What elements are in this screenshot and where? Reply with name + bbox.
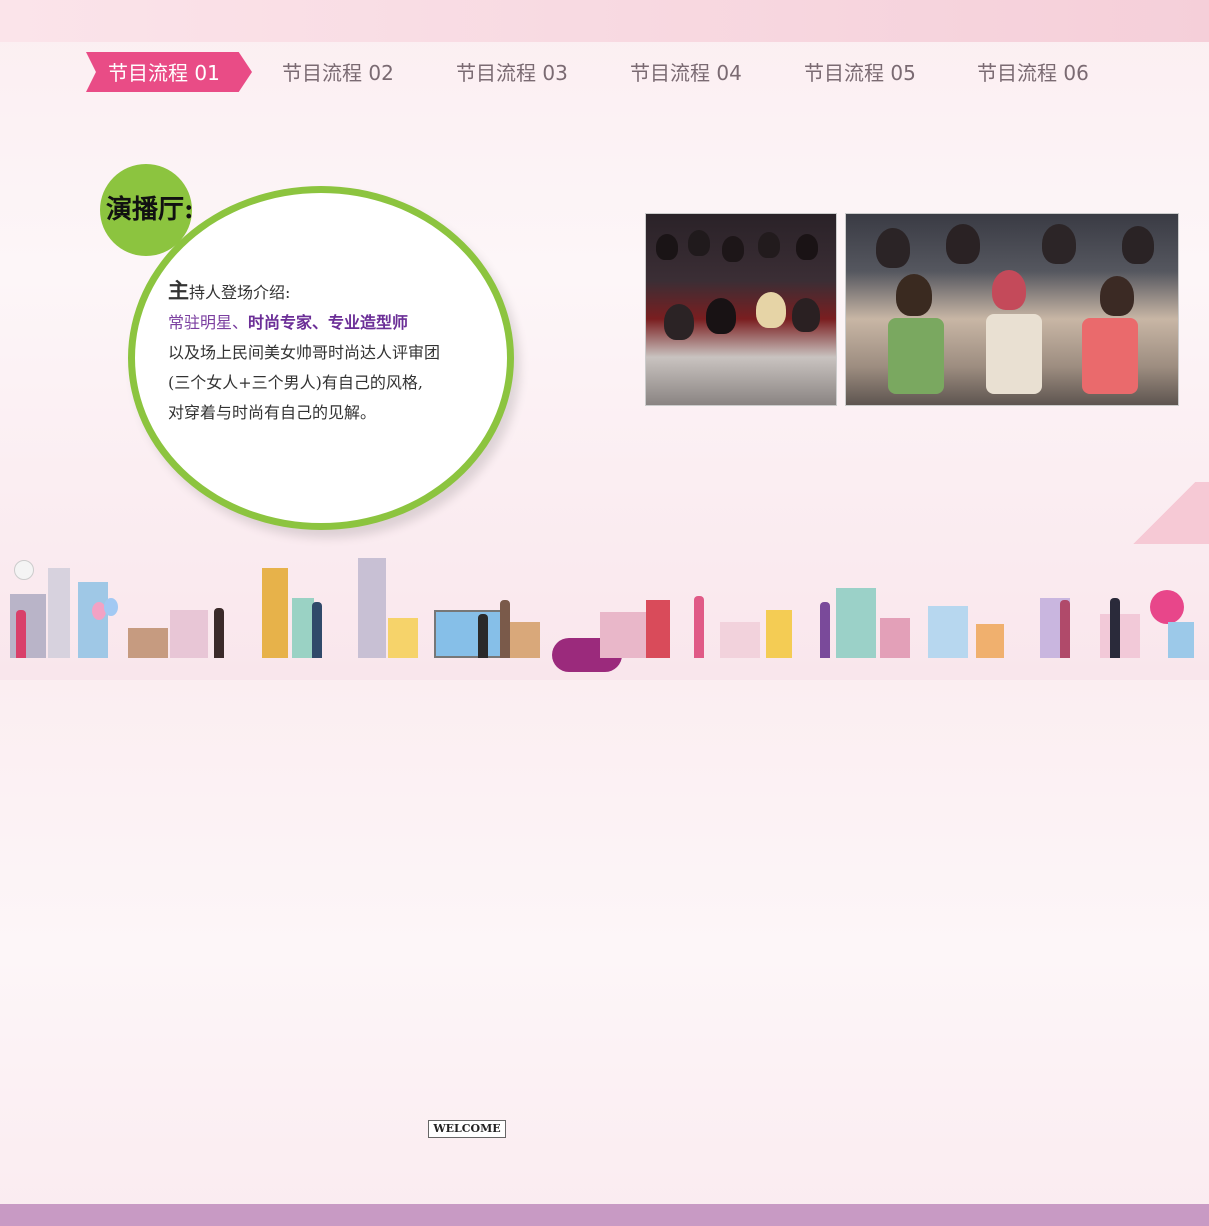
top-banner [0, 0, 1209, 42]
studio-audience-photo [645, 213, 837, 406]
lead-char: 主 [168, 279, 189, 303]
role-fashion-expert: 时尚专家、 [248, 313, 329, 332]
tab-program-01[interactable]: 节目流程 01 [108, 50, 220, 96]
body-line-1-text: 持人登场介绍: [189, 283, 291, 302]
page-corner-fold [1119, 482, 1209, 544]
city-illustration: WELCOME [0, 546, 1209, 1226]
role-resident-star: 常驻明星、 [168, 313, 249, 332]
body-line-5: 对穿着与时尚有自己的见解。 [168, 403, 377, 422]
body-line-2: 常驻明星、时尚专家、专业造型师 [168, 308, 498, 338]
body-line-1: 主持人登场介绍: [168, 276, 498, 308]
tab-program-05[interactable]: 节目流程 05 [804, 50, 916, 96]
tab-program-06[interactable]: 节目流程 06 [977, 50, 1089, 96]
tab-program-04[interactable]: 节目流程 04 [630, 50, 742, 96]
program-nav: 节目流程 01 节目流程 02 节目流程 03 节目流程 04 节目流程 05 … [0, 50, 1209, 96]
section-body: 主持人登场介绍: 常驻明星、时尚专家、专业造型师 以及场上民间美女帅哥时尚达人评… [168, 276, 498, 428]
body-line-3: 以及场上民间美女帅哥时尚达人评审团 [168, 343, 441, 362]
tab-program-02[interactable]: 节目流程 02 [282, 50, 394, 96]
ground-strip [0, 1204, 1209, 1226]
tab-program-03[interactable]: 节目流程 03 [456, 50, 568, 96]
body-line-4: (三个女人+三个男人)有自己的风格, [168, 373, 423, 392]
role-stylist: 专业造型师 [328, 313, 409, 332]
section-title: 演播厅: [106, 195, 194, 225]
welcome-sign: WELCOME [428, 1120, 506, 1138]
studio-panel-photo [845, 213, 1179, 406]
